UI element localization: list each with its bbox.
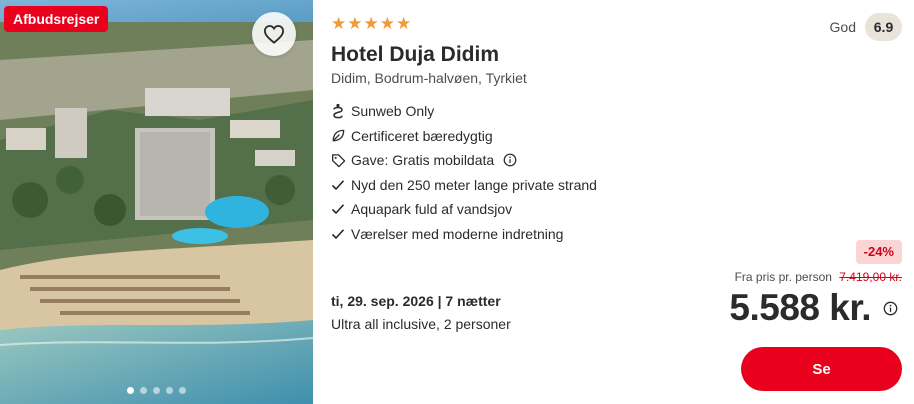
star-icon: ★ [363,14,379,33]
trip-details: ti, 29. sep. 2026 | 7 nætter Ultra all i… [331,293,511,332]
price: 5.588 kr. [729,287,871,328]
trip-date: ti, 29. sep. 2026 | 7 nætter [331,293,501,309]
carousel-dot[interactable] [166,387,173,394]
leaf-icon [331,128,351,143]
carousel-dot[interactable] [153,387,160,394]
star-rating: ★ ★ ★ ★ ★ [331,14,411,34]
price-row: 5.588 kr. [729,287,898,329]
carousel-dot[interactable] [179,387,186,394]
star-icon: ★ [347,14,363,33]
feature-text: Certificeret bæredygtig [351,127,493,144]
feature-text: Gave: Gratis mobildata [351,152,495,169]
feature-text: Værelser med moderne indretning [351,225,564,242]
carousel-dot[interactable] [127,387,134,394]
star-icon: ★ [379,14,395,33]
feature-text: Nyd den 250 meter lange private strand [351,176,597,193]
info-icon[interactable] [503,153,517,167]
rating-label: God [829,19,856,35]
hotel-photo[interactable]: Afbudsrejser [0,0,313,404]
discount-badge: -24% [855,240,902,264]
heart-outline-icon [263,25,285,44]
trip-board: Ultra all inclusive, 2 personer [331,316,511,332]
hotel-card[interactable]: Afbudsrejser ★ ★ ★ ★ ★ Hotel Duja Didim Didi… [0,0,914,404]
feature-list: Sunweb Only Certificeret bæredygtig Gave: … [331,99,597,246]
feature-item: Nyd den 250 meter lange private strand [331,173,597,198]
feature-text: Sunweb Only [351,103,435,120]
sunweb-only-icon [331,103,351,119]
checkmark-icon [331,228,351,240]
checkmark-icon [331,179,351,191]
feature-item: Certificeret bæredygtig [331,124,597,149]
see-offer-button[interactable]: Se [741,347,902,391]
hotel-info: ★ ★ ★ ★ ★ Hotel Duja Didim Didim, Bodrum-hal… [331,0,914,404]
star-icon: ★ [396,14,412,33]
hotel-name[interactable]: Hotel Duja Didim [331,43,499,67]
carousel-dots[interactable] [0,387,313,394]
feature-item: Aquapark fuld af vandsjov [331,197,597,222]
old-price: 7.419,00 kr. [839,270,902,284]
feature-item: Sunweb Only [331,99,597,124]
from-price-label: Fra pris pr. person [734,270,832,284]
checkmark-icon [331,203,351,215]
favorite-button[interactable] [252,12,296,56]
star-icon: ★ [331,14,347,33]
feature-item: Værelser med moderne indretning [331,222,597,247]
deal-badge: Afbudsrejser [4,6,109,32]
feature-item: Gave: Gratis mobildata [331,148,597,173]
feature-text: Aquapark fuld af vandsjov [351,201,513,218]
tag-icon [331,153,351,168]
rating-score: 6.9 [865,13,902,41]
carousel-dot[interactable] [140,387,147,394]
hotel-aerial-image [0,0,313,404]
from-price-row: Fra pris pr. person 7.419,00 kr. [735,270,902,284]
hotel-location: Didim, Bodrum-halvøen, Tyrkiet [331,70,527,86]
guest-rating: God 6.9 [830,13,902,41]
price-info-icon[interactable] [883,301,898,316]
